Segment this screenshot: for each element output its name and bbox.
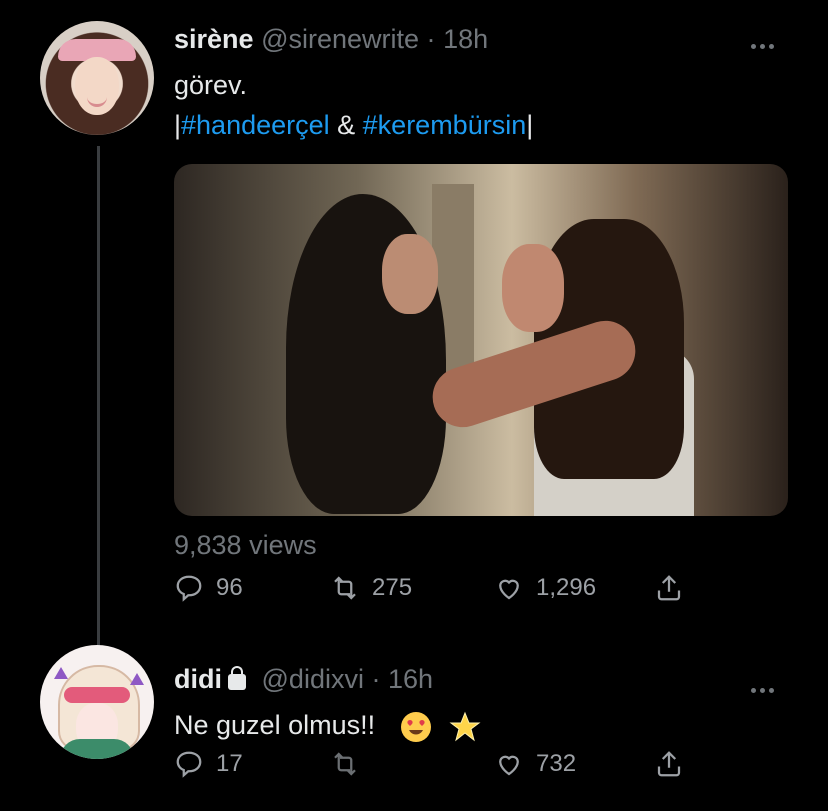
reply-count: 96: [216, 574, 243, 601]
video-media[interactable]: [174, 164, 788, 516]
person-right-face: [502, 244, 564, 332]
reply-icon: [176, 575, 202, 602]
handle[interactable]: @sirenewrite: [261, 24, 419, 54]
share-button[interactable]: [654, 749, 684, 779]
like-button[interactable]: 1,296: [494, 573, 596, 603]
display-name[interactable]: sirène: [174, 24, 254, 54]
text-prefix: |: [174, 110, 182, 140]
retweet-icon: [334, 752, 356, 776]
heart-eyes-emoji-icon: [400, 712, 431, 742]
retweet-button[interactable]: [330, 749, 372, 779]
retweet-icon: [334, 576, 356, 600]
timestamp[interactable]: 18h: [443, 24, 488, 54]
share-icon: [657, 575, 681, 601]
share-icon: [657, 751, 681, 777]
meta-separator: ·: [426, 24, 436, 54]
like-count: 1,296: [536, 574, 597, 601]
tweet-header: didi @didixvi · 16h: [174, 664, 433, 695]
person-left-face: [382, 234, 438, 314]
view-count: 9,838 views: [174, 530, 317, 560]
avatar[interactable]: [40, 645, 154, 759]
text-between: &: [329, 110, 363, 140]
display-name[interactable]: didi: [174, 664, 222, 694]
handle[interactable]: @didixvi: [262, 664, 364, 694]
tweet-text-line1: görev.: [174, 70, 248, 100]
more-icon[interactable]: [751, 680, 781, 693]
retweet-button[interactable]: 275: [330, 573, 412, 603]
tweet-header: sirène @sirenewrite · 18h: [174, 24, 488, 55]
avatar[interactable]: [40, 21, 154, 135]
retweet-count: 275: [372, 574, 413, 601]
meta-separator: ·: [371, 664, 381, 694]
reply-button[interactable]: 17: [174, 749, 243, 779]
avatar-shirt: [60, 739, 134, 759]
avatar-star: [54, 667, 68, 679]
hashtag-link[interactable]: #kerembürsin: [363, 110, 527, 140]
lock-icon: [228, 666, 246, 690]
reply-icon: [176, 751, 202, 778]
like-count: 732: [536, 750, 577, 777]
like-icon: [499, 579, 519, 600]
avatar-sleep-mask: [64, 687, 130, 703]
like-icon: [499, 755, 519, 776]
share-button[interactable]: [654, 573, 684, 603]
avatar-star: [130, 673, 144, 685]
reply-count: 17: [216, 750, 243, 777]
tweet-text-line2: |#handeerçel & #kerembürsin|: [174, 110, 533, 141]
glowing-star-icon: [449, 711, 481, 742]
reply-button[interactable]: 96: [174, 573, 243, 603]
like-button[interactable]: 732: [494, 749, 576, 779]
text-suffix: |: [526, 110, 534, 140]
tweet-text-body: Ne guzel olmus!!: [174, 710, 376, 741]
tweet-text: Ne guzel olmus!!: [174, 710, 482, 744]
timestamp[interactable]: 16h: [388, 664, 433, 694]
more-icon[interactable]: [751, 36, 781, 49]
hashtag-link[interactable]: #handeerçel: [181, 110, 330, 140]
thread-line: [97, 146, 100, 649]
